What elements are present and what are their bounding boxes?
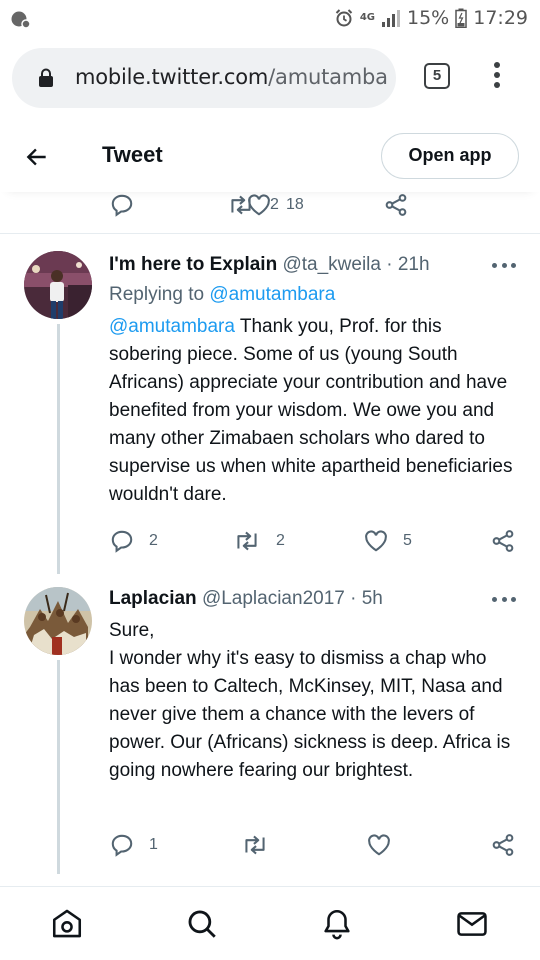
back-arrow-icon[interactable] <box>24 144 50 170</box>
tweet-header-line: Laplacian @Laplacian2017 · 5h <box>109 588 383 610</box>
notification-icon <box>10 8 32 30</box>
more-options-icon[interactable] <box>492 597 516 605</box>
replying-to-handle[interactable]: @amutambara <box>209 284 335 305</box>
signal-icon <box>382 10 400 27</box>
reply-icon <box>111 834 133 857</box>
like-count: 18 <box>286 196 304 213</box>
home-icon[interactable] <box>50 907 84 941</box>
open-app-button[interactable]: Open app <box>381 133 519 179</box>
avatar[interactable] <box>24 251 92 319</box>
retweet-icon <box>237 531 257 551</box>
tab-switcher-button[interactable]: 5 <box>424 63 450 89</box>
tweet[interactable]: I'm here to Explain @ta_kweila · 21h Rep… <box>0 234 540 574</box>
status-bar: 4G 15% 17:29 <box>0 0 540 36</box>
retweet-button[interactable] <box>240 830 270 860</box>
share-icon <box>492 530 514 552</box>
share-button[interactable] <box>490 526 516 556</box>
tweet[interactable]: Laplacian @Laplacian2017 · 5h Sure, I wo… <box>0 574 540 884</box>
reply-button[interactable] <box>109 190 135 220</box>
search-icon[interactable] <box>185 907 219 941</box>
like-button[interactable] <box>366 830 392 860</box>
url-text[interactable]: mobile.twitter.com/amutamba <box>75 65 393 89</box>
network-type: 4G <box>359 12 375 23</box>
reply-count: 2 <box>149 532 158 549</box>
avatar[interactable] <box>24 587 92 655</box>
lock-icon <box>39 68 53 87</box>
reply-icon <box>111 194 133 217</box>
timestamp[interactable]: · 5h <box>350 588 383 609</box>
status-indicators: 4G 15% 17:29 <box>334 6 528 30</box>
alarm-icon <box>335 9 353 27</box>
thread-line <box>57 660 60 874</box>
page-title: Tweet <box>102 142 163 167</box>
tweet-actions: 2 2 5 <box>109 526 529 556</box>
retweet-count: 2 <box>276 532 285 549</box>
reply-button[interactable]: 1 <box>109 830 158 860</box>
replying-to-label: Replying to <box>109 284 205 305</box>
battery-percent: 15% <box>407 7 450 29</box>
tweet-text-content: Thank you, Prof. for this sobering piece… <box>109 316 513 505</box>
notifications-icon[interactable] <box>320 907 354 941</box>
heart-icon <box>368 834 390 856</box>
handle[interactable]: @Laplacian2017 <box>202 588 345 609</box>
thread-line <box>57 324 60 574</box>
like-button[interactable]: 18 <box>246 190 304 220</box>
browser-toolbar: mobile.twitter.com/amutamba 5 <box>0 36 540 120</box>
tweet-header: Tweet Open app <box>0 120 540 192</box>
reply-icon <box>111 530 133 553</box>
reply-button[interactable]: 2 <box>109 526 158 556</box>
display-name[interactable]: I'm here to Explain <box>109 254 277 275</box>
tweet-text: Sure, I wonder why it's easy to dismiss … <box>109 620 511 781</box>
previous-tweet-actions: 2 18 <box>0 186 540 230</box>
address-bar[interactable]: mobile.twitter.com/amutamba <box>12 48 396 108</box>
share-button[interactable] <box>383 190 409 220</box>
url-path: /amutamba <box>268 65 388 89</box>
bottom-nav <box>0 886 540 960</box>
clock: 17:29 <box>473 7 528 29</box>
retweet-button[interactable]: 2 <box>232 526 285 556</box>
url-host: mobile.twitter.com <box>75 65 269 89</box>
tweet-text: @amutambara Thank you, Prof. for this so… <box>109 313 519 509</box>
share-icon <box>385 194 407 216</box>
share-button[interactable] <box>490 830 516 860</box>
mention-link[interactable]: @amutambara <box>109 316 235 337</box>
battery-icon <box>455 8 467 28</box>
timestamp[interactable]: · 21h <box>386 254 429 275</box>
reply-count: 1 <box>149 836 158 853</box>
handle[interactable]: @ta_kweila <box>282 254 381 275</box>
replying-to: Replying to @amutambara <box>109 284 335 306</box>
tweet-header-line: I'm here to Explain @ta_kweila · 21h <box>109 254 430 276</box>
like-button[interactable]: 5 <box>363 526 412 556</box>
browser-menu-icon[interactable] <box>490 62 504 92</box>
heart-icon <box>365 530 387 552</box>
display-name[interactable]: Laplacian <box>109 588 197 609</box>
share-icon <box>492 834 514 856</box>
messages-icon[interactable] <box>455 907 489 941</box>
retweet-icon <box>245 835 265 855</box>
more-options-icon[interactable] <box>492 263 516 271</box>
heart-icon <box>248 194 270 216</box>
like-count: 5 <box>403 532 412 549</box>
tweet-actions: 1 <box>109 830 529 860</box>
